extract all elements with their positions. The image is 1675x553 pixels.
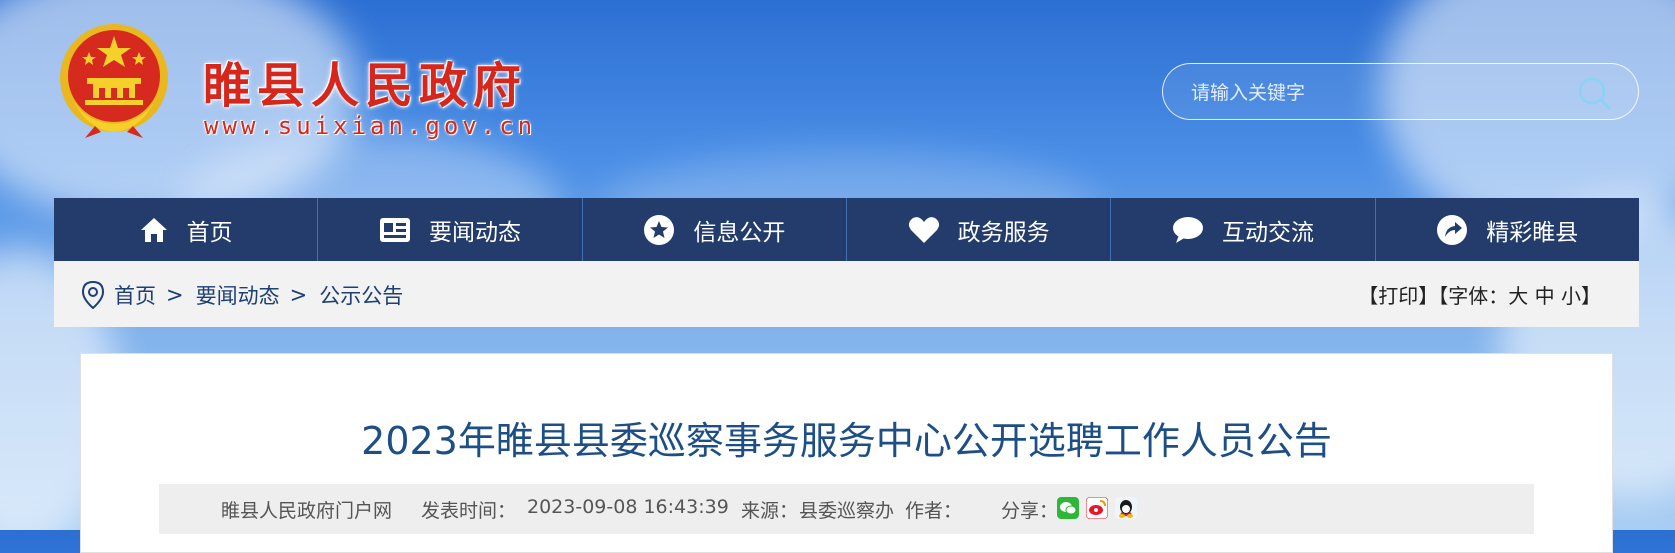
site-title: 睢县人民政府 <box>203 58 528 114</box>
nav-item-info[interactable]: 信息公开 <box>583 198 847 261</box>
nav-item-services[interactable]: 政务服务 <box>847 198 1112 261</box>
print-button[interactable]: 【打印】 <box>1358 284 1438 308</box>
main-nav: 首页 要闻动态 信息公开 政务服务 互动交流 精彩睢县 <box>54 198 1639 261</box>
star-circle-icon <box>644 214 675 245</box>
meta-publish-time: 2023-09-08 16:43:39 <box>527 496 729 518</box>
qq-share-icon[interactable] <box>1115 497 1137 519</box>
nav-label: 信息公开 <box>693 219 786 246</box>
meta-source-label: 来源： <box>741 500 799 522</box>
meta-share-label: 分享： <box>1001 500 1059 522</box>
nav-label: 互动交流 <box>1221 219 1314 246</box>
wechat-share-icon[interactable] <box>1057 497 1079 519</box>
meta-author-label: 作者： <box>905 500 963 522</box>
breadcrumb-home[interactable]: 首页 <box>114 280 156 310</box>
nav-item-interaction[interactable]: 互动交流 <box>1111 198 1376 261</box>
article-title: 2023年睢县县委巡察事务服务中心公开选聘工作人员公告 <box>361 419 1332 463</box>
nav-label: 要闻动态 <box>428 219 521 246</box>
breadcrumb-news[interactable]: 要闻动态 <box>196 280 280 310</box>
search-input[interactable] <box>1189 76 1553 110</box>
news-card-icon <box>379 217 410 242</box>
breadcrumb-bar: 首页 > 要闻动态 > 公示公告 【打印】【字体：大 中 小】 <box>54 261 1639 327</box>
nav-label: 首页 <box>186 219 233 246</box>
arrow-circle-icon <box>1437 214 1468 245</box>
font-large-button[interactable]: 大 <box>1508 284 1528 308</box>
breadcrumb-separator: > <box>166 283 184 307</box>
article-panel: 2023年睢县县委巡察事务服务中心公开选聘工作人员公告 睢县人民政府门户网 发表… <box>80 353 1613 553</box>
font-size-prefix: 【字体： <box>1438 284 1509 308</box>
national-emblem-icon <box>60 24 168 138</box>
article-meta: 睢县人民政府门户网 发表时间： 2023-09-08 16:43:39 来源： … <box>159 484 1534 534</box>
site-url: www.suixian.gov.cn <box>204 112 537 140</box>
font-small-button[interactable]: 小 <box>1561 284 1581 308</box>
breadcrumb: 首页 > 要闻动态 > 公示公告 <box>82 280 403 310</box>
search-icon[interactable] <box>1576 75 1612 111</box>
breadcrumb-announcements[interactable]: 公示公告 <box>319 280 403 310</box>
nav-item-featured[interactable]: 精彩睢县 <box>1376 198 1639 261</box>
font-size-suffix: 】 <box>1581 284 1601 308</box>
weibo-share-icon[interactable] <box>1086 497 1108 519</box>
nav-label: 政务服务 <box>957 219 1050 246</box>
heart-icon <box>908 216 939 243</box>
chat-bubble-icon <box>1172 216 1203 243</box>
breadcrumb-separator: > <box>289 283 308 307</box>
location-pin-icon <box>82 281 104 309</box>
search-box <box>1162 63 1639 120</box>
nav-item-home[interactable]: 首页 <box>54 198 319 261</box>
nav-label: 精彩睢县 <box>1486 219 1579 246</box>
page-tools: 【打印】【字体：大 中 小】 <box>1358 280 1601 309</box>
font-medium-button[interactable]: 中 <box>1535 284 1555 308</box>
meta-site: 睢县人民政府门户网 <box>221 500 393 522</box>
meta-source: 县委巡察办 <box>799 500 895 522</box>
home-icon <box>140 217 167 242</box>
nav-item-news[interactable]: 要闻动态 <box>318 198 583 261</box>
meta-publish-label: 发表时间： <box>421 500 517 522</box>
